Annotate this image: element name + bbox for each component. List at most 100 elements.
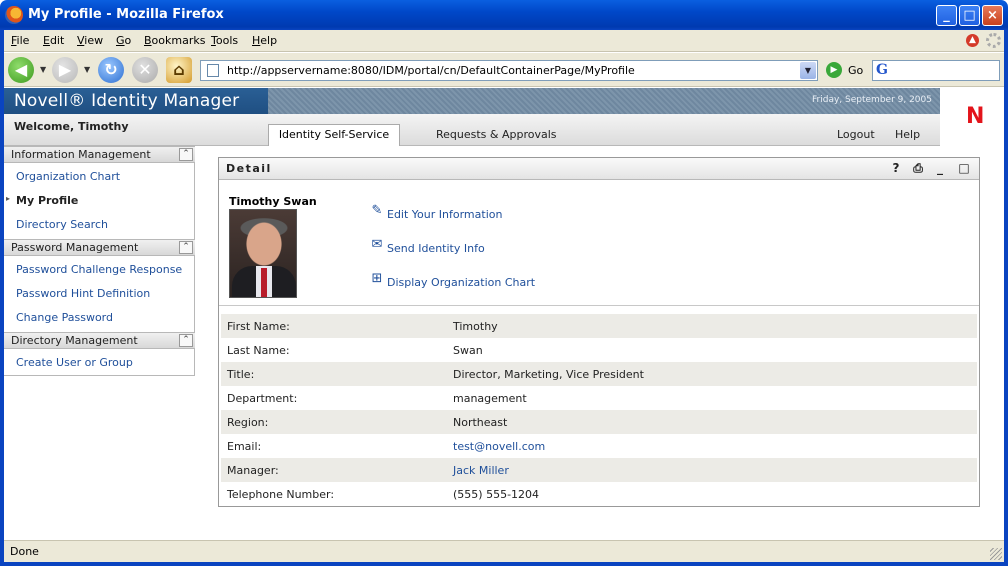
home-icon[interactable]: ⌂ bbox=[166, 57, 192, 83]
section-directory-management[interactable]: Directory Management ⌃ bbox=[4, 332, 195, 349]
welcome-text: Welcome, Timothy bbox=[14, 120, 129, 133]
photo-tie bbox=[261, 268, 267, 297]
envelope-icon: ✉ bbox=[371, 237, 383, 252]
google-search-icon[interactable]: G bbox=[876, 62, 888, 78]
help-question-icon[interactable]: ? bbox=[889, 161, 903, 175]
profile-attributes: First Name: Timothy Last Name: Swan Titl… bbox=[221, 314, 977, 506]
search-box[interactable]: G bbox=[872, 60, 1000, 81]
action-label[interactable]: Send Identity Info bbox=[387, 242, 485, 255]
section-password-management[interactable]: Password Management ⌃ bbox=[4, 239, 195, 256]
action-label[interactable]: Display Organization Chart bbox=[387, 276, 535, 289]
forward-history-dropdown-icon[interactable]: ▼ bbox=[84, 65, 90, 74]
url-input[interactable] bbox=[227, 63, 797, 78]
go-button[interactable]: Go bbox=[848, 64, 863, 77]
address-bar[interactable]: ▼ bbox=[200, 60, 818, 81]
back-history-dropdown-icon[interactable]: ▼ bbox=[40, 65, 46, 74]
page-icon bbox=[207, 64, 219, 77]
go-arrow-icon[interactable]: ▶ bbox=[826, 62, 842, 78]
resize-grip-icon[interactable] bbox=[990, 548, 1002, 560]
table-row: Telephone Number: (555) 555-1204 bbox=[221, 482, 977, 506]
profile-photo bbox=[229, 209, 297, 298]
table-row: Email: test@novell.com bbox=[221, 434, 977, 458]
tab-identity-self-service[interactable]: Identity Self-Service bbox=[268, 124, 400, 146]
maximize-portlet-icon[interactable]: □ bbox=[957, 161, 971, 175]
field-label: Department: bbox=[227, 392, 298, 405]
menu-view[interactable]: View bbox=[77, 34, 103, 47]
forward-arrow-icon[interactable]: ▶ bbox=[52, 57, 78, 83]
menu-bookmarks[interactable]: Bookmarks bbox=[144, 34, 205, 47]
nav-organization-chart[interactable]: Organization Chart bbox=[16, 170, 120, 183]
minimize-button[interactable]: _ bbox=[936, 5, 957, 26]
back-arrow-icon[interactable]: ◀ bbox=[8, 57, 34, 83]
person-name: Timothy Swan bbox=[229, 195, 317, 208]
product-banner: Novell® Identity Manager bbox=[4, 88, 268, 114]
display-organization-chart-link[interactable]: ⊞ Display Organization Chart bbox=[372, 271, 536, 289]
collapse-chevron-icon[interactable]: ⌃ bbox=[179, 241, 193, 254]
novell-logo-area: N bbox=[940, 88, 1004, 146]
close-window-button[interactable]: × bbox=[982, 5, 1003, 26]
field-value: Director, Marketing, Vice President bbox=[453, 368, 644, 381]
field-label: Title: bbox=[227, 368, 255, 381]
novell-logo-icon: N bbox=[966, 104, 985, 129]
field-label: Manager: bbox=[227, 464, 279, 477]
current-date: Friday, September 9, 2005 bbox=[812, 95, 932, 105]
window-titlebar: My Profile - Mozilla Firefox _ □ × bbox=[0, 0, 1008, 30]
minimize-portlet-icon[interactable]: _ bbox=[933, 161, 947, 175]
help-link[interactable]: Help bbox=[895, 128, 920, 141]
field-value: (555) 555-1204 bbox=[453, 488, 540, 501]
stop-icon[interactable]: ✕ bbox=[132, 57, 158, 83]
edit-your-information-link[interactable]: ✎ Edit Your Information bbox=[372, 203, 503, 221]
status-bar: Done bbox=[4, 540, 1004, 562]
collapse-chevron-icon[interactable]: ⌃ bbox=[179, 334, 193, 347]
field-value: Swan bbox=[453, 344, 483, 357]
window-frame-bottom bbox=[0, 562, 1008, 566]
nav-password-challenge-response[interactable]: Password Challenge Response bbox=[16, 263, 182, 276]
firefox-logo-icon bbox=[5, 6, 23, 24]
action-label[interactable]: Edit Your Information bbox=[387, 208, 502, 221]
nav-my-profile[interactable]: My Profile bbox=[6, 194, 78, 207]
table-row: First Name: Timothy bbox=[221, 314, 977, 338]
send-identity-info-link[interactable]: ✉ Send Identity Info bbox=[372, 237, 485, 255]
pencil-edit-icon: ✎ bbox=[371, 203, 383, 218]
url-dropdown-icon[interactable]: ▼ bbox=[800, 62, 816, 79]
portal-subbar: Welcome, Timothy Identity Self-Service R… bbox=[4, 114, 940, 146]
table-row: Department: management bbox=[221, 386, 977, 410]
section-information-management[interactable]: Information Management ⌃ bbox=[4, 146, 195, 163]
menu-go[interactable]: Go bbox=[116, 34, 131, 47]
logout-link[interactable]: Logout bbox=[837, 128, 875, 141]
field-label: Last Name: bbox=[227, 344, 290, 357]
reload-icon[interactable]: ↻ bbox=[98, 57, 124, 83]
section-title: Password Management bbox=[11, 241, 139, 254]
navigation-toolbar: ◀ ▼ ▶ ▼ ↻ ✕ ⌂ ▼ ▶ Go G bbox=[4, 53, 1004, 87]
table-row: Manager: Jack Miller bbox=[221, 458, 977, 482]
menu-bar: File Edit View Go Bookmarks Tools Help ▲ bbox=[4, 30, 1004, 52]
maximize-button[interactable]: □ bbox=[959, 5, 980, 26]
nav-change-password[interactable]: Change Password bbox=[16, 311, 113, 324]
detail-title: Detail bbox=[226, 162, 272, 175]
header-texture: Friday, September 9, 2005 bbox=[268, 88, 940, 114]
window-frame-right bbox=[1004, 30, 1008, 566]
field-label: Region: bbox=[227, 416, 269, 429]
field-value: Northeast bbox=[453, 416, 508, 429]
email-link[interactable]: test@novell.com bbox=[453, 440, 545, 453]
field-value: management bbox=[453, 392, 527, 405]
update-alert-icon[interactable]: ▲ bbox=[966, 34, 979, 47]
menu-file[interactable]: File bbox=[11, 34, 29, 47]
search-input[interactable] bbox=[895, 63, 995, 78]
window-title: My Profile - Mozilla Firefox bbox=[28, 7, 224, 22]
detail-portlet: Detail ? ⎙ _ □ Timothy Swan ✎ Edit Your … bbox=[218, 157, 980, 507]
tab-requests-approvals[interactable]: Requests & Approvals bbox=[436, 128, 557, 141]
status-text: Done bbox=[10, 545, 39, 558]
org-chart-icon: ⊞ bbox=[371, 271, 383, 286]
nav-directory-search[interactable]: Directory Search bbox=[16, 218, 108, 231]
print-icon[interactable]: ⎙ bbox=[911, 161, 925, 175]
menu-tools[interactable]: Tools bbox=[211, 34, 238, 47]
nav-password-hint-definition[interactable]: Password Hint Definition bbox=[16, 287, 150, 300]
collapse-chevron-icon[interactable]: ⌃ bbox=[179, 148, 193, 161]
field-label: Telephone Number: bbox=[227, 488, 335, 501]
section-title: Directory Management bbox=[11, 334, 138, 347]
manager-link[interactable]: Jack Miller bbox=[453, 464, 509, 477]
menu-edit[interactable]: Edit bbox=[43, 34, 64, 47]
nav-create-user-or-group[interactable]: Create User or Group bbox=[16, 356, 133, 369]
menu-help[interactable]: Help bbox=[252, 34, 277, 47]
